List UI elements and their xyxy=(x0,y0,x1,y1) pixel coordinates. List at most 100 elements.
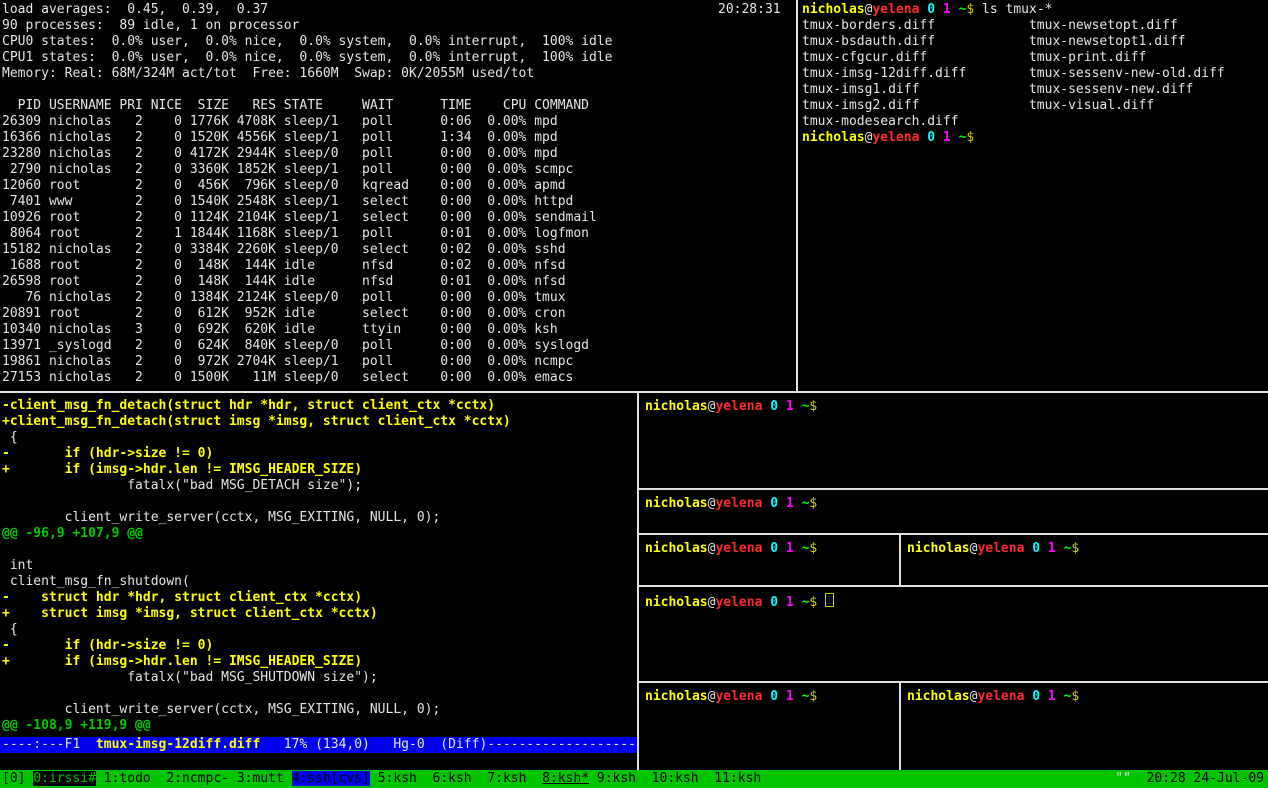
terminal-line: client_write_server(cctx, MSG_EXITING, N… xyxy=(2,702,635,718)
text-segment[interactable]: 9:ksh 10:ksh 11:ksh xyxy=(589,771,761,786)
terminal-line xyxy=(2,494,635,510)
terminal-line: +client_msg_fn_detach(struct imsg *imsg,… xyxy=(2,414,635,430)
terminal-line: 10926 root 2 0 1124K 2104K sleep/1 selec… xyxy=(2,210,794,226)
text-segment: 17% (134,0) Hg-0 (Diff)-----------------… xyxy=(260,737,636,752)
text-segment xyxy=(778,399,786,414)
shell-pane-3-right[interactable]: nicholas@yelena 0 1 ~$ xyxy=(903,535,1268,591)
terminal-line: 7401 www 2 0 1540K 2548K sleep/1 select … xyxy=(2,194,794,210)
text-segment: yelena xyxy=(715,541,762,556)
text-segment xyxy=(778,496,786,511)
terminal-line: - if (hdr->size != 0) xyxy=(2,638,635,654)
terminal-line: 26598 root 2 0 148K 144K idle nfsd 0:01 … xyxy=(2,274,794,290)
pane-process-monitor[interactable]: load averages: 0.45, 0.39, 0.3790 proces… xyxy=(2,0,794,393)
shell-pane-2[interactable]: nicholas@yelena 0 1 ~$ xyxy=(641,490,1268,539)
text-segment: nicholas xyxy=(802,2,865,17)
text-segment[interactable]: 8:ksh* xyxy=(542,771,589,786)
terminal-line: @@ -96,9 +107,9 @@ xyxy=(2,526,635,542)
shell-pane-4-active[interactable]: nicholas@yelena 0 1 ~$ xyxy=(641,587,1268,687)
text-segment: + struct imsg *imsg, struct client_ctx *… xyxy=(2,606,378,621)
text-segment: 20:28 24-Jul-09 xyxy=(1131,771,1264,786)
shell-pane-5-left[interactable]: nicholas@yelena 0 1 ~$ xyxy=(641,683,901,776)
text-segment: $ xyxy=(966,130,974,145)
text-segment xyxy=(1056,541,1064,556)
text-segment: yelena xyxy=(872,2,919,17)
terminal-line: CPU1 states: 0.0% user, 0.0% nice, 0.0% … xyxy=(2,50,794,66)
terminal-line: 23280 nicholas 2 0 4172K 2944K sleep/0 p… xyxy=(2,146,794,162)
terminal-line: tmux-imsg1.diff tmux-sessenv-new.diff xyxy=(802,82,1268,98)
ls-file-listing: tmux-borders.diff tmux-newsetopt.difftmu… xyxy=(802,18,1268,130)
text-segment: client_write_server(cctx, MSG_EXITING, N… xyxy=(2,702,440,717)
pane-border-vertical-bottom[interactable] xyxy=(637,393,639,770)
text-segment: nicholas xyxy=(907,689,970,704)
text-segment: $ xyxy=(809,496,817,511)
terminal-line: CPU0 states: 0.0% user, 0.0% nice, 0.0% … xyxy=(2,34,794,50)
terminal-line: tmux-borders.diff tmux-newsetopt.diff xyxy=(802,18,1268,34)
text-segment xyxy=(817,595,825,610)
text-segment[interactable]: 1:todo 2:ncmpc- 3:mutt xyxy=(96,771,292,786)
terminal-line: 10340 nicholas 3 0 692K 620K idle ttyin … xyxy=(2,322,794,338)
pane-emacs-diff[interactable]: -client_msg_fn_detach(struct hdr *hdr, s… xyxy=(2,395,635,740)
pane-shell-ls[interactable]: nicholas@yelena 0 1 ~$ ls tmux-* tmux-bo… xyxy=(802,0,1268,393)
shell-prompt-line: nicholas@yelena 0 1 ~$ xyxy=(645,689,901,705)
text-segment: nicholas xyxy=(802,130,865,145)
terminal-line: client_write_server(cctx, MSG_EXITING, N… xyxy=(2,510,635,526)
text-segment[interactable]: 4:ssh[cvs] xyxy=(292,771,370,786)
text-segment: client_write_server(cctx, MSG_EXITING, N… xyxy=(2,510,440,525)
text-segment xyxy=(794,496,802,511)
terminal-line: + if (imsg->hdr.len != IMSG_HEADER_SIZE) xyxy=(2,654,635,670)
text-segment: tmux-imsg-12diff.diff xyxy=(96,737,260,752)
text-segment: 0 xyxy=(770,541,778,556)
terminal-line: 76 nicholas 2 0 1384K 2124K sleep/0 poll… xyxy=(2,290,794,306)
terminal-line: @@ -108,9 +119,9 @@ xyxy=(2,718,635,734)
shell-pane-3-left[interactable]: nicholas@yelena 0 1 ~$ xyxy=(641,535,901,591)
text-segment: nicholas xyxy=(645,399,708,414)
text-segment: { xyxy=(2,622,18,637)
text-segment: nicholas xyxy=(645,541,708,556)
terminal-line: 27153 nicholas 2 0 1500K 11M sleep/0 sel… xyxy=(2,370,794,386)
text-segment xyxy=(778,595,786,610)
text-segment: yelena xyxy=(715,595,762,610)
text-segment: 1 xyxy=(943,130,951,145)
text-segment[interactable]: 0:irssi# xyxy=(33,771,96,786)
text-segment: $ xyxy=(1071,689,1079,704)
text-segment: nicholas xyxy=(907,541,970,556)
pane-border-vertical-row5[interactable] xyxy=(899,683,901,770)
text-segment: 0 xyxy=(770,595,778,610)
terminal-line: -client_msg_fn_detach(struct hdr *hdr, s… xyxy=(2,398,635,414)
top-summary: load averages: 0.45, 0.39, 0.3790 proces… xyxy=(2,2,794,82)
shell-pane-5-right[interactable]: nicholas@yelena 0 1 ~$ xyxy=(903,683,1268,776)
terminal-line: client_msg_fn_shutdown( xyxy=(2,574,635,590)
text-segment: yelena xyxy=(715,399,762,414)
terminal-line: 16366 nicholas 2 0 1520K 4556K sleep/1 p… xyxy=(2,130,794,146)
shell-pane-1[interactable]: nicholas@yelena 0 1 ~$ xyxy=(641,395,1268,492)
pane-border-vertical-top[interactable] xyxy=(796,0,798,391)
terminal-line: int xyxy=(2,558,635,574)
terminal-line: tmux-bsdauth.diff tmux-newsetopt1.diff xyxy=(802,34,1268,50)
text-segment[interactable]: 5:ksh 6:ksh 7:ksh xyxy=(370,771,542,786)
text-segment: - if (hdr->size != 0) xyxy=(2,638,213,653)
status-bar[interactable]: [0] 0:irssi# 1:todo 2:ncmpc- 3:mutt 4:ss… xyxy=(0,770,1268,788)
text-segment: 1 xyxy=(786,399,794,414)
text-segment[interactable]: [0] xyxy=(2,771,33,786)
text-segment xyxy=(935,130,943,145)
pane-border-vertical-row3[interactable] xyxy=(899,535,901,585)
shell-prompt-line: nicholas@yelena 0 1 ~$ xyxy=(645,541,901,557)
pane-border-horizontal-main[interactable] xyxy=(0,391,1268,393)
text-segment xyxy=(1040,541,1048,556)
text-segment: $ xyxy=(809,399,817,414)
text-segment: - struct hdr *hdr, struct client_ctx *cc… xyxy=(2,590,362,605)
text-segment xyxy=(794,399,802,414)
text-segment: 0 xyxy=(770,496,778,511)
top-process-table: 26309 nicholas 2 0 1776K 4708K sleep/1 p… xyxy=(2,114,794,386)
status-window-list[interactable]: [0] 0:irssi# 1:todo 2:ncmpc- 3:mutt 4:ss… xyxy=(0,770,761,788)
text-segment: - if (hdr->size != 0) xyxy=(2,446,213,461)
top-clock: 20:28:31 xyxy=(718,2,781,18)
text-segment xyxy=(935,2,943,17)
text-segment: -client_msg_fn_detach(struct hdr *hdr, s… xyxy=(2,398,495,413)
terminal-line: fatalx("bad MSG_DETACH size"); xyxy=(2,478,635,494)
text-segment: { xyxy=(2,430,18,445)
text-segment: nicholas xyxy=(645,689,708,704)
terminal-line: Memory: Real: 68M/324M act/tot Free: 166… xyxy=(2,66,794,82)
text-segment: + if (imsg->hdr.len != IMSG_HEADER_SIZE) xyxy=(2,462,362,477)
text-segment: ----:---F1 xyxy=(2,737,96,752)
